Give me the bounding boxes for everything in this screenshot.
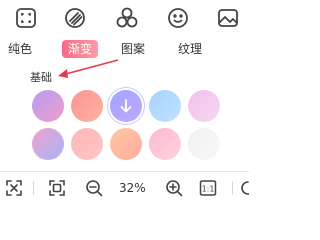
background-type-tabs: 纯色 渐变 图案 纹理: [0, 36, 249, 62]
gradient-swatch[interactable]: [149, 90, 181, 122]
divider: [33, 181, 34, 195]
tab-solid[interactable]: 纯色: [8, 40, 32, 58]
gradient-swatch[interactable]: [110, 90, 142, 122]
top-toolbar: [0, 0, 249, 36]
gradient-swatch[interactable]: [32, 90, 64, 122]
zoom-in-icon[interactable]: [165, 179, 183, 197]
bottom-toolbar: 32% 1:1: [0, 171, 249, 204]
gradient-icon[interactable]: [63, 6, 87, 30]
gradient-swatch[interactable]: [188, 90, 220, 122]
gradient-swatch[interactable]: [32, 128, 64, 160]
section-label-basic: 基础: [30, 71, 52, 84]
divider: [232, 181, 233, 195]
annotation-arrow: [58, 59, 119, 78]
crop-icon[interactable]: [14, 6, 38, 30]
gradient-swatch[interactable]: [71, 128, 103, 160]
gradient-swatch-grid: [0, 86, 249, 166]
shapes-icon[interactable]: [115, 6, 139, 30]
zoom-out-icon[interactable]: [85, 179, 103, 197]
gradient-swatch[interactable]: [149, 128, 181, 160]
tab-gradient[interactable]: 渐变: [62, 40, 99, 58]
gradient-swatch[interactable]: [188, 128, 220, 160]
zoom-level: 32%: [119, 181, 146, 195]
gradient-swatch[interactable]: [110, 128, 142, 160]
original-size-label: 1:1: [202, 185, 215, 194]
image-icon[interactable]: [216, 6, 240, 30]
original-size-button[interactable]: 1:1: [199, 179, 217, 197]
emoji-icon[interactable]: [166, 6, 190, 30]
actual-size-icon[interactable]: [48, 179, 66, 197]
tab-texture[interactable]: 纹理: [178, 40, 202, 58]
download-icon: [110, 90, 142, 122]
tab-pattern[interactable]: 图案: [121, 40, 145, 58]
fit-screen-icon[interactable]: [5, 179, 23, 197]
gradient-swatch[interactable]: [71, 90, 103, 122]
rotate-icon[interactable]: [240, 179, 249, 197]
